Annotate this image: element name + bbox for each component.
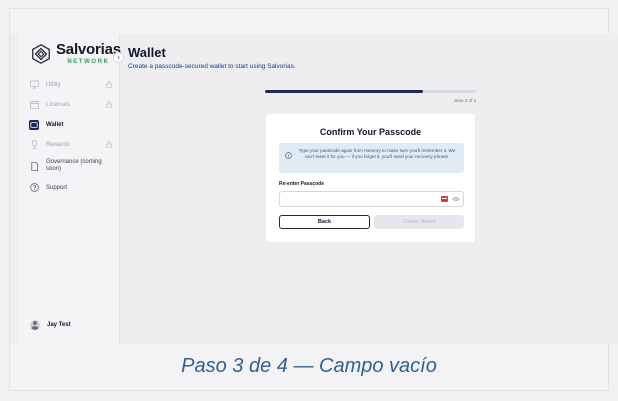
salvorias-logo-icon	[32, 44, 50, 64]
sidebar-item-utility[interactable]: Utility	[26, 76, 114, 93]
brand-sub: NETWORK	[67, 59, 110, 65]
sidebar-item-label: Wallet	[46, 121, 64, 128]
sidebar-item-label: Rewards	[46, 141, 70, 148]
sidebar-item-label: Utility	[46, 81, 61, 88]
wizard-progress-bar	[265, 90, 476, 93]
page-subtitle: Create a passcode-secured wallet to star…	[128, 63, 296, 70]
step-indicator: Step 3 of 4	[454, 98, 476, 103]
trophy-icon	[29, 140, 39, 150]
create-wallet-button[interactable]: Create Wallet	[374, 215, 464, 229]
sidebar-item-wallet[interactable]: Wallet	[26, 116, 114, 133]
caption: Paso 3 de 4 — Campo vacío	[181, 355, 437, 377]
chevron-right-icon	[117, 55, 120, 60]
info-text: Type your passcode again from memory to …	[298, 148, 456, 159]
sidebar-item-label: Support	[46, 184, 68, 191]
help-circle-icon	[29, 183, 39, 193]
user-profile[interactable]: Jay Test	[30, 320, 71, 330]
info-icon	[285, 152, 292, 159]
sidebar-item-rewards[interactable]: Rewards	[26, 136, 114, 153]
sidebar-item-label: Governance (coming soon)	[46, 159, 102, 172]
info-banner: Type your passcode again from memory to …	[279, 143, 464, 173]
passcode-field-label: Re-enter Passcode	[279, 181, 325, 187]
brand-name: Salvorias	[56, 41, 121, 58]
lock-icon	[106, 81, 112, 88]
document-icon	[29, 161, 39, 171]
sidebar-item-label: Licenses	[46, 101, 70, 108]
wallet-icon	[29, 119, 39, 130]
back-button[interactable]: Back	[279, 215, 370, 229]
sidebar: Salvorias NETWORK Utility Licenses Walle…	[18, 34, 121, 344]
lock-icon	[106, 101, 112, 108]
confirm-passcode-card: Confirm Your Passcode Type your passcode…	[265, 113, 476, 243]
sidebar-collapse-button[interactable]	[113, 52, 124, 63]
password-manager-icon[interactable]	[441, 196, 448, 202]
reenter-passcode-input[interactable]	[279, 191, 464, 207]
calendar-icon	[29, 100, 39, 110]
avatar	[30, 320, 40, 330]
brand-logo[interactable]: Salvorias NETWORK	[30, 42, 121, 66]
wizard-progress-fill	[265, 90, 424, 93]
sidebar-item-licenses[interactable]: Licenses	[26, 96, 114, 113]
page-title: Wallet	[128, 45, 166, 60]
user-name: Jay Test	[47, 322, 71, 328]
sidebar-nav: Utility Licenses Wallet Rewards Governan…	[26, 76, 114, 199]
eye-icon[interactable]	[452, 195, 460, 203]
monitor-icon	[29, 80, 39, 90]
lock-icon	[106, 141, 112, 148]
sidebar-item-governance[interactable]: Governance (coming soon)	[26, 156, 114, 176]
card-title: Confirm Your Passcode	[319, 127, 422, 137]
sidebar-item-support[interactable]: Support	[26, 179, 114, 196]
